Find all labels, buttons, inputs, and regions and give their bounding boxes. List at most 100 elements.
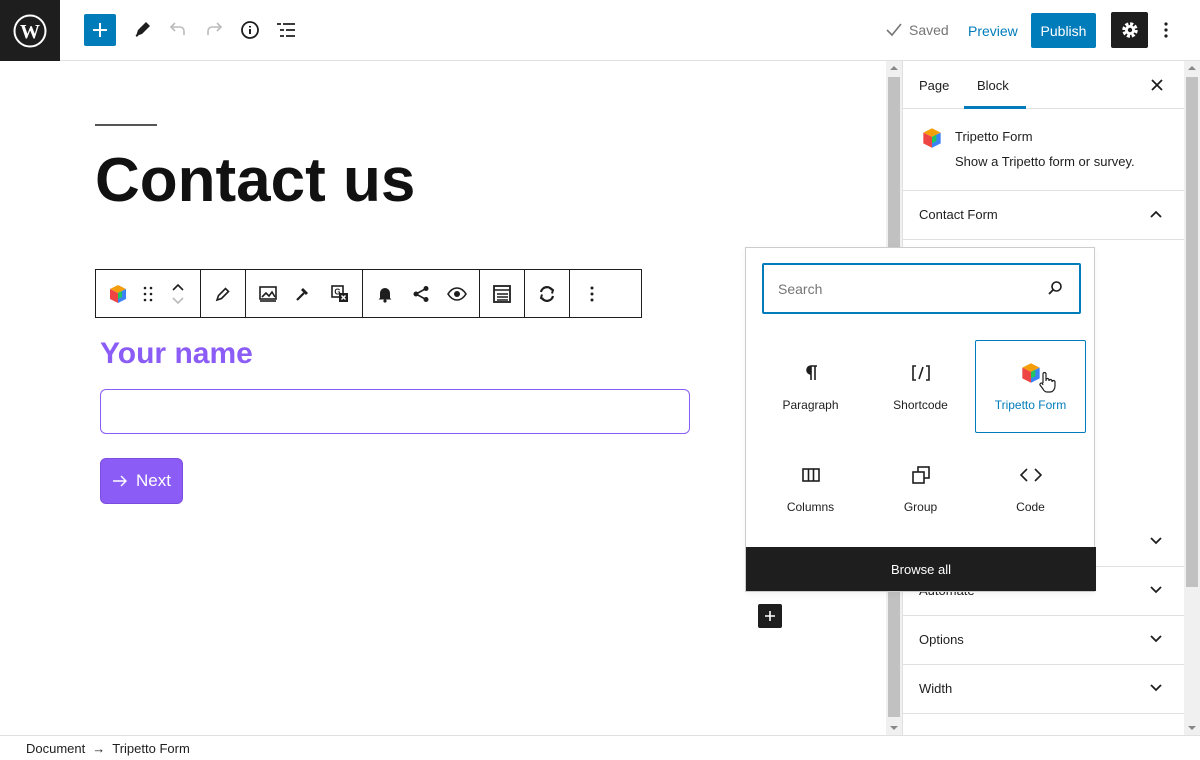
chevron-down-icon <box>172 296 184 304</box>
panel-width[interactable]: Width <box>903 665 1184 714</box>
inserter-search[interactable] <box>762 263 1081 314</box>
toolbar-group-block <box>96 270 201 317</box>
preview-button[interactable]: Preview <box>960 14 1026 48</box>
quick-inserter-popover: Paragraph Shortcode Tripetto Form Column… <box>745 247 1096 592</box>
view-data-button[interactable] <box>484 276 520 312</box>
move-buttons[interactable] <box>160 276 196 312</box>
toolbar-group-actions <box>363 270 480 317</box>
refresh-icon <box>539 285 555 302</box>
saved-label: Saved <box>909 22 949 38</box>
redo-icon <box>207 22 223 35</box>
search-icon <box>1048 281 1062 295</box>
tripetto-icon <box>923 128 941 148</box>
block-options-button[interactable] <box>574 276 610 312</box>
close-sidebar-button[interactable] <box>1147 75 1167 95</box>
undo-button[interactable] <box>162 14 194 46</box>
plus-icon <box>93 23 107 37</box>
breadcrumb-document[interactable]: Document <box>26 741 85 756</box>
edit-form-button[interactable] <box>205 276 241 312</box>
breadcrumb: Document → Tripetto Form <box>0 735 1200 760</box>
settings-button[interactable] <box>1111 12 1148 48</box>
next-button[interactable]: Next <box>100 458 183 504</box>
redo-button[interactable] <box>198 14 230 46</box>
bell-icon <box>378 287 392 303</box>
chevron-down-icon <box>1150 684 1162 692</box>
editor-top-bar: W Saved Preview Publish <box>0 0 1200 61</box>
tripetto-icon <box>110 284 126 303</box>
drag-handle[interactable] <box>136 276 160 312</box>
scroll-up-arrow-icon <box>1188 66 1196 70</box>
vertical-ellipsis-icon <box>590 286 594 301</box>
list-view-button[interactable] <box>270 14 302 46</box>
chart-image-icon <box>259 285 277 302</box>
sidebar-tabs: Page Block <box>903 61 1184 109</box>
block-item-paragraph[interactable]: Paragraph <box>755 341 866 434</box>
block-item-label: Group <box>903 500 938 514</box>
toolbar-group-reset <box>525 270 570 317</box>
details-button[interactable] <box>234 14 266 46</box>
hand-cursor-icon <box>1038 371 1056 393</box>
block-item-label: Columns <box>786 500 835 514</box>
block-card-title: Tripetto Form <box>955 129 1033 144</box>
block-item-code[interactable]: Code <box>975 443 1086 536</box>
chevron-down-icon <box>1150 586 1162 594</box>
tab-page[interactable]: Page <box>919 61 949 109</box>
list-view-icon <box>277 23 295 37</box>
search-input[interactable] <box>778 275 1028 303</box>
page-title[interactable]: Contact us <box>95 145 415 216</box>
block-item-tripetto-form[interactable]: Tripetto Form <box>975 340 1086 433</box>
breadcrumb-tripetto-form[interactable]: Tripetto Form <box>112 741 190 756</box>
block-item-shortcode[interactable]: Shortcode <box>865 341 976 434</box>
toolbar-group-options <box>570 270 614 317</box>
sidebar-scrollbar-thumb[interactable] <box>1186 77 1198 587</box>
block-item-label: Paragraph <box>782 398 839 412</box>
more-options-button[interactable] <box>1157 14 1175 46</box>
svg-text:G: G <box>334 287 340 296</box>
block-inserter-toggle[interactable] <box>84 14 116 46</box>
panel-title: Width <box>919 681 953 696</box>
wordpress-logo-button[interactable]: W <box>0 0 60 61</box>
block-item-group[interactable]: Group <box>865 443 976 536</box>
preview-form-button[interactable] <box>439 276 475 312</box>
add-block-button[interactable] <box>758 604 782 628</box>
translate-button[interactable]: G <box>322 276 358 312</box>
toolbar-group-table <box>480 270 525 317</box>
share-button[interactable] <box>403 276 439 312</box>
next-label: Next <box>136 471 171 490</box>
build-button[interactable] <box>286 276 322 312</box>
sidebar-scrollbar[interactable] <box>1184 61 1200 735</box>
vertical-ellipsis-icon <box>1164 22 1168 38</box>
columns-icon <box>801 468 820 482</box>
tools-button[interactable] <box>126 14 158 46</box>
panel-contact-form[interactable]: Contact Form <box>903 191 1184 240</box>
translate-icon: G <box>331 284 348 302</box>
name-input[interactable] <box>100 389 690 434</box>
panel-options[interactable]: Options <box>903 616 1184 665</box>
chevron-down-icon <box>1150 635 1162 643</box>
chevron-up-icon <box>1150 210 1162 218</box>
block-item-label: Code <box>1016 500 1045 514</box>
drag-handle-icon <box>143 286 153 301</box>
block-item-columns[interactable]: Columns <box>755 443 866 536</box>
paragraph-icon <box>805 365 817 380</box>
pencil-icon <box>215 286 230 301</box>
info-icon <box>241 21 259 39</box>
panel-title: Contact Form <box>919 207 998 222</box>
code-icon <box>1019 468 1042 482</box>
wordpress-icon: W <box>13 14 47 47</box>
tab-block[interactable]: Block <box>964 61 1026 109</box>
scroll-down-arrow-icon <box>890 726 898 730</box>
shortcode-icon <box>911 365 930 381</box>
reset-button[interactable] <box>529 276 565 312</box>
browse-all-button[interactable]: Browse all <box>746 547 1096 591</box>
results-button[interactable] <box>250 276 286 312</box>
check-icon <box>886 23 902 37</box>
close-icon <box>1151 79 1163 91</box>
title-separator <box>95 124 157 126</box>
notifications-button[interactable] <box>367 276 403 312</box>
publish-button[interactable]: Publish <box>1031 13 1096 48</box>
form-field-label: Your name <box>100 337 253 370</box>
pencil-icon <box>135 22 150 37</box>
block-type-button[interactable] <box>100 276 136 312</box>
undo-icon <box>169 22 185 35</box>
